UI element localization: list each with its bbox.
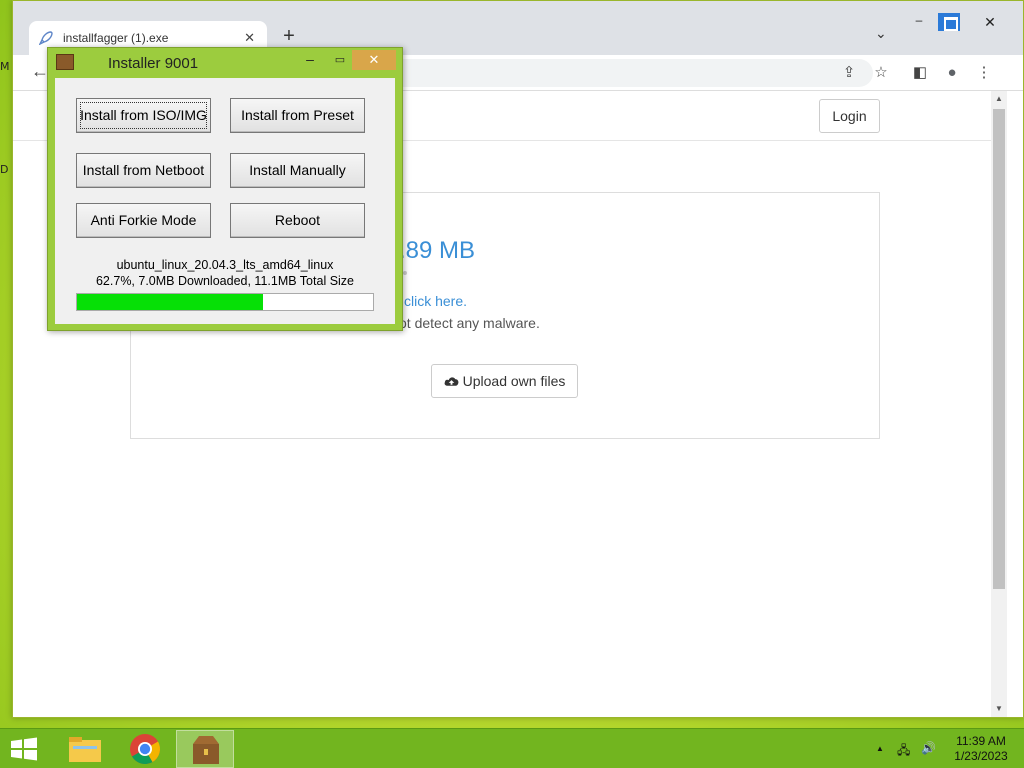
scroll-up-arrow-icon[interactable]: ▲: [991, 91, 1007, 107]
upload-button[interactable]: Upload own files: [431, 364, 578, 398]
download-filename: ubuntu_linux_20.04.3_lts_amd64_linux: [116, 258, 334, 272]
network-icon[interactable]: 🖧: [897, 741, 910, 762]
reboot-button[interactable]: Reboot: [230, 203, 365, 238]
treasure-chest-icon: [193, 736, 219, 764]
file-explorer-taskbar-button[interactable]: [56, 730, 114, 768]
side-panel-icon[interactable]: ◧: [910, 63, 930, 83]
scroll-down-arrow-icon[interactable]: ▼: [991, 701, 1007, 717]
rocket-icon: [39, 30, 55, 46]
install-preset-button[interactable]: Install from Preset: [230, 98, 365, 133]
download-progress-bar: [76, 293, 374, 311]
separator-dot: [403, 271, 407, 275]
menu-icon[interactable]: ⋮: [974, 63, 994, 83]
download-status: 62.7%, 7.0MB Downloaded, 11.1MB Total Si…: [95, 274, 355, 288]
window-maximize-button[interactable]: [938, 13, 960, 31]
tab-title: installfagger (1).exe: [63, 31, 169, 45]
upload-label: Upload own files: [462, 373, 566, 389]
bookmark-star-icon[interactable]: ☆: [871, 63, 891, 83]
dialog-minimize-button[interactable]: –: [300, 52, 320, 70]
chrome-taskbar-button[interactable]: [116, 730, 174, 768]
desktop-icon-label: M: [0, 60, 10, 73]
installer-dialog: Installer 9001 – ▭ ✕ Install from ISO/IM…: [47, 47, 403, 331]
clock-date: 1/23/2023: [954, 749, 1008, 763]
dialog-maximize-button[interactable]: ▭: [330, 52, 350, 70]
volume-icon[interactable]: 🔊: [921, 741, 936, 755]
file-size: .89 MB: [399, 237, 476, 264]
dialog-titlebar[interactable]: Installer 9001 – ▭ ✕: [48, 48, 402, 76]
share-icon[interactable]: ⇪: [839, 63, 859, 83]
treasure-chest-icon: [56, 54, 74, 70]
profile-icon[interactable]: ●: [942, 63, 962, 83]
clock-time: 11:39 AM: [956, 734, 1006, 748]
login-button[interactable]: Login: [819, 99, 880, 133]
tab-search-icon[interactable]: ⌄: [875, 25, 887, 42]
anti-forkie-button[interactable]: Anti Forkie Mode: [76, 203, 211, 238]
windows-start-icon[interactable]: [10, 737, 38, 761]
folder-icon: [69, 737, 101, 762]
dialog-close-button[interactable]: ✕: [352, 50, 396, 70]
install-manually-button[interactable]: Install Manually: [230, 153, 365, 188]
malware-note: ot detect any malware.: [399, 315, 540, 331]
install-netboot-button[interactable]: Install from Netboot: [76, 153, 211, 188]
progress-fill: [77, 294, 263, 310]
dialog-title: Installer 9001: [108, 55, 199, 72]
page-scrollbar[interactable]: ▲ ▼: [991, 91, 1007, 717]
window-minimize-button[interactable]: –: [908, 13, 930, 31]
installer-taskbar-button[interactable]: [176, 730, 234, 768]
new-tab-button[interactable]: +: [279, 25, 299, 47]
tab-close-icon[interactable]: ✕: [242, 30, 257, 46]
desktop-icon-label: D: [0, 163, 9, 176]
cloud-upload-icon: [444, 377, 459, 386]
scroll-thumb[interactable]: [993, 109, 1005, 589]
taskbar-clock[interactable]: 11:39 AM 1/23/2023: [944, 734, 1018, 764]
install-iso-button[interactable]: Install from ISO/IMG: [76, 98, 211, 133]
chrome-icon: [130, 734, 161, 765]
dialog-body: Install from ISO/IMG Install from Preset…: [55, 78, 395, 324]
window-close-button[interactable]: ✕: [968, 11, 1012, 33]
tray-chevron-icon[interactable]: ▲: [876, 744, 884, 753]
taskbar: ▲ 🖧 🔊 11:39 AM 1/23/2023: [0, 728, 1024, 768]
download-link[interactable]: click here.: [404, 293, 467, 309]
